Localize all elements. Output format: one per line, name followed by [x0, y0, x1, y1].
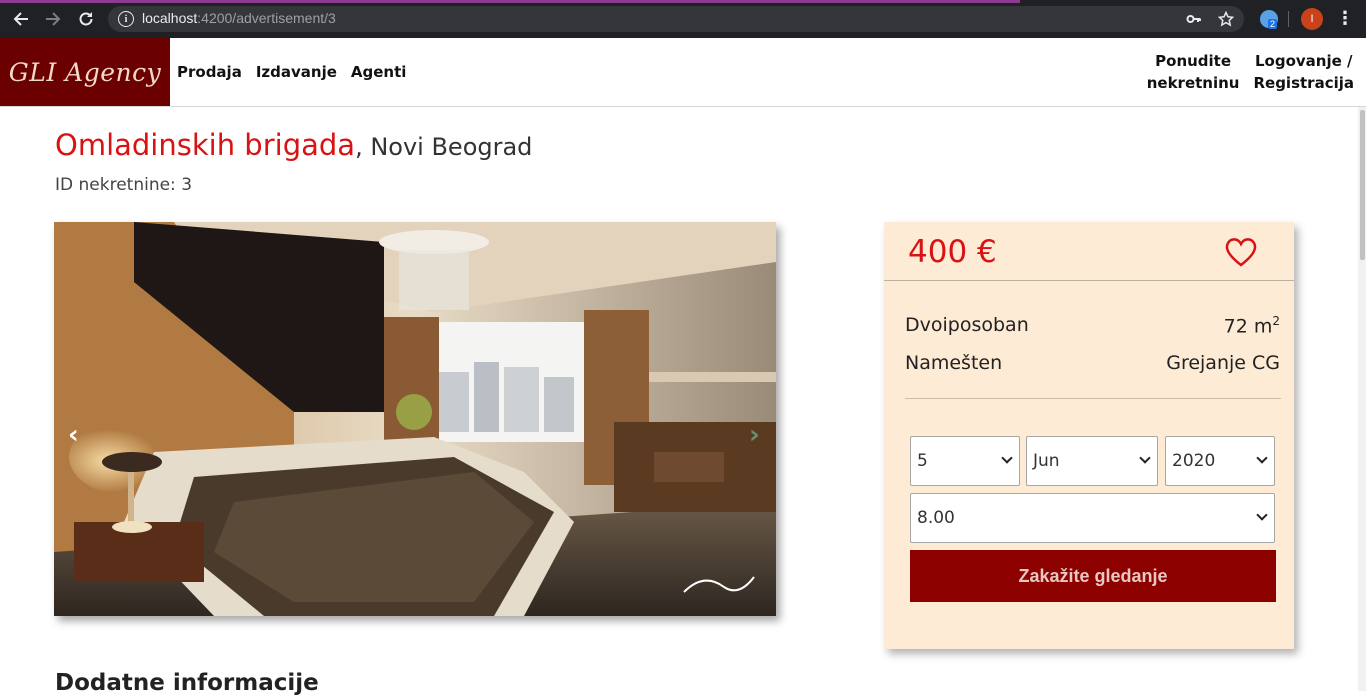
- forward-icon[interactable]: [42, 8, 64, 30]
- bookmark-star-icon[interactable]: [1217, 10, 1235, 31]
- carousel-next-button[interactable]: ›: [749, 420, 760, 450]
- tab-strip-edge: [0, 0, 1366, 3]
- day-value: 5: [917, 451, 928, 471]
- year-value: 2020: [1172, 451, 1216, 471]
- page-title: Omladinskih brigada, Novi Beograd: [55, 128, 532, 162]
- additional-info-heading: Dodatne informacije: [55, 670, 319, 696]
- browser-toolbar: i localhost:4200/advertisement/3 2 I ⋮: [0, 0, 1366, 38]
- scrollbar-thumb[interactable]: [1360, 110, 1365, 260]
- key-icon[interactable]: [1186, 11, 1202, 31]
- features-divider: [905, 398, 1281, 399]
- chevron-down-icon: [1001, 452, 1013, 464]
- login-line-2: Registracija: [1253, 74, 1354, 92]
- area-value: 72 m: [1223, 315, 1273, 338]
- profile-avatar[interactable]: I: [1301, 8, 1323, 30]
- property-city: , Novi Beograd: [355, 133, 533, 161]
- offer-line-1: Ponudite: [1155, 52, 1232, 70]
- year-select[interactable]: 2020: [1165, 436, 1275, 486]
- favorite-heart-icon[interactable]: [1224, 236, 1258, 272]
- time-value: 8.00: [917, 508, 955, 528]
- area-exponent: 2: [1272, 314, 1280, 328]
- card-divider: [884, 280, 1294, 281]
- tab-accent: [0, 0, 1020, 3]
- site-logo[interactable]: GLI Agency: [0, 38, 170, 106]
- carousel-prev-button[interactable]: ‹: [68, 420, 79, 450]
- room-type: Dvoiposoban: [905, 314, 1029, 336]
- address-bar[interactable]: i localhost:4200/advertisement/3: [108, 6, 1244, 32]
- nav-izdavanje[interactable]: Izdavanje: [256, 63, 337, 81]
- account-nav: Ponudite nekretninu Logovanje / Registraci…: [1147, 38, 1354, 106]
- furnished-status: Nameš­ten: [905, 352, 1003, 374]
- login-line-1: Logovanje /: [1254, 52, 1353, 70]
- schedule-viewing-button[interactable]: Zakažite gledanje: [910, 550, 1276, 602]
- property-area: 72 m2: [1224, 314, 1280, 337]
- property-price: 400 €: [908, 234, 997, 270]
- nav-login-register[interactable]: Logovanje / Registracija: [1253, 50, 1354, 94]
- property-street: Omladinskih brigada: [55, 128, 356, 162]
- photo-carousel[interactable]: [54, 222, 776, 616]
- toolbar-separator: [1288, 11, 1289, 27]
- nav-prodaja[interactable]: Prodaja: [177, 63, 242, 81]
- browser-menu-icon[interactable]: ⋮: [1336, 8, 1354, 30]
- day-select[interactable]: 5: [910, 436, 1020, 486]
- nav-agenti[interactable]: Agenti: [351, 63, 407, 81]
- price-card: 400 € Dvoiposoban 72 m2 Nameš­ten Grejan…: [884, 222, 1294, 649]
- chevron-down-icon: [1256, 452, 1268, 464]
- url-text[interactable]: localhost:4200/advertisement/3: [142, 10, 336, 26]
- back-icon[interactable]: [10, 8, 32, 30]
- site-header: GLI Agency Prodaja Izdavanje Agenti Ponu…: [0, 38, 1366, 107]
- nav-offer-property[interactable]: Ponudite nekretninu: [1147, 50, 1240, 94]
- extension-badge: 2: [1268, 19, 1278, 29]
- main-nav: Prodaja Izdavanje Agenti: [177, 38, 406, 106]
- chevron-down-icon: [1139, 452, 1151, 464]
- site-info-icon[interactable]: i: [118, 11, 134, 27]
- chevron-down-icon: [1256, 509, 1268, 521]
- bedroom-photo: [54, 222, 776, 616]
- offer-line-2: nekretninu: [1146, 74, 1240, 92]
- month-select[interactable]: Jun: [1026, 436, 1158, 486]
- property-id: ID nekretnine: 3: [55, 175, 193, 195]
- reload-icon[interactable]: [75, 8, 97, 30]
- time-select[interactable]: 8.00: [910, 493, 1275, 543]
- heating-type: Grejanje CG: [1166, 352, 1280, 374]
- month-value: Jun: [1033, 451, 1060, 471]
